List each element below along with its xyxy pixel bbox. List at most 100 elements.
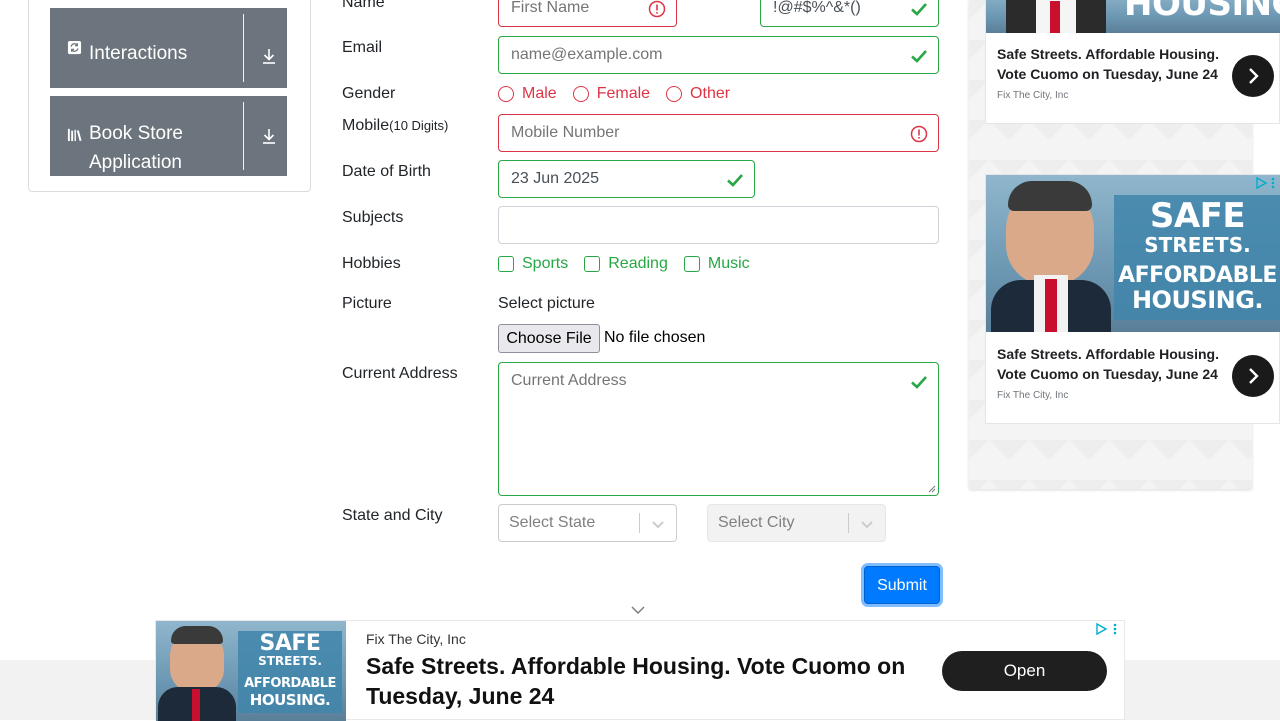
sidebar-group-interactions[interactable]: Interactions	[50, 8, 287, 88]
chevron-down-icon[interactable]	[630, 604, 646, 616]
chevron-right-icon	[1249, 68, 1259, 84]
dob-label: Date of Birth	[342, 163, 431, 180]
check-icon	[727, 174, 743, 187]
gender-label: Gender	[342, 85, 396, 102]
divider	[243, 102, 244, 170]
mobile-placeholder: Mobile Number	[511, 124, 620, 141]
state-select[interactable]: Select State	[498, 504, 677, 542]
radio-circle[interactable]	[666, 86, 683, 102]
divider	[243, 14, 244, 82]
current-address-textarea[interactable]: Current Address	[498, 362, 939, 496]
current-address-placeholder: Current Address	[511, 372, 627, 389]
open-button[interactable]: Open	[942, 651, 1107, 691]
picture-label: Picture	[342, 295, 392, 312]
checkbox-box[interactable]	[584, 256, 601, 272]
submit-button[interactable]: Submit	[864, 566, 940, 604]
radio-label[interactable]: Male	[522, 85, 557, 103]
radio-label[interactable]: Female	[597, 85, 650, 103]
email-placeholder: name@example.com	[511, 46, 663, 63]
radio-circle[interactable]	[498, 86, 514, 102]
select-divider	[639, 513, 640, 533]
checkbox-label[interactable]: Reading	[608, 255, 668, 273]
refresh-icon	[67, 40, 82, 55]
sidebar-group-label: Book Store Application	[89, 123, 183, 173]
ad-advertiser[interactable]: Fix The City, Inc	[997, 90, 1068, 101]
subjects-input[interactable]	[498, 206, 939, 244]
books-icon	[67, 128, 82, 142]
resize-grip-icon[interactable]	[928, 485, 936, 493]
bottom-ad-headline[interactable]: Safe Streets. Affordable Housing. Vote C…	[366, 651, 906, 711]
hobby-reading-checkbox[interactable]: Reading	[584, 255, 668, 273]
last-name-input[interactable]: !@#$%^&*()	[760, 0, 939, 27]
ad-next-button[interactable]	[1232, 355, 1274, 397]
mobile-input[interactable]: Mobile Number	[498, 114, 939, 152]
ad-image-text: AFFORDABLE	[244, 676, 336, 691]
adchoices-icon[interactable]	[1094, 622, 1108, 636]
city-placeholder: Select City	[718, 514, 795, 531]
select-picture-label: Select picture	[498, 295, 595, 312]
first-name-placeholder: First Name	[511, 0, 590, 16]
hobby-music-checkbox[interactable]: Music	[683, 255, 750, 273]
candidate-hair	[171, 626, 223, 644]
ad-advertiser[interactable]: Fix The City, Inc	[997, 390, 1068, 401]
gender-female-radio[interactable]: Female	[572, 85, 650, 103]
candidate-tie	[1045, 279, 1057, 332]
chevron-down-icon[interactable]	[859, 516, 875, 532]
ad-card-1[interactable]: HOUSING. Safe Streets. Affordable Housin…	[985, 0, 1280, 124]
bottom-ad-advertiser[interactable]: Fix The City, Inc	[366, 631, 466, 647]
name-label: Name	[342, 0, 385, 11]
more-options-icon[interactable]	[1270, 176, 1276, 190]
sidebar-group-book-store[interactable]: Book Store Application	[50, 96, 287, 176]
adchoices-icon[interactable]	[1254, 176, 1268, 190]
checkbox-label[interactable]: Sports	[522, 255, 568, 273]
hobbies-label: Hobbies	[342, 255, 401, 272]
current-address-label: Current Address	[342, 365, 458, 382]
bottom-ad-image[interactable]: SAFE STREETS. AFFORDABLE HOUSING.	[156, 621, 346, 721]
check-icon	[911, 376, 927, 389]
radio-label[interactable]: Other	[690, 85, 730, 103]
bottom-ad-banner[interactable]: SAFE STREETS. AFFORDABLE HOUSING. Fix Th…	[155, 620, 1125, 721]
email-input[interactable]: name@example.com	[498, 36, 939, 74]
ad-headline[interactable]: Safe Streets. Affordable Housing. Vote C…	[997, 344, 1222, 384]
ad-image-text: STREETS.	[258, 654, 322, 668]
ad-next-button[interactable]	[1232, 55, 1274, 97]
gender-male-radio[interactable]: Male	[498, 85, 557, 103]
ad-card-2[interactable]: SAFE STREETS. AFFORDABLE HOUSING. Safe S…	[985, 174, 1280, 424]
dob-input[interactable]: 23 Jun 2025	[498, 160, 755, 198]
hobby-sports-checkbox[interactable]: Sports	[498, 255, 568, 273]
state-placeholder: Select State	[509, 514, 596, 531]
candidate-tie	[1050, 1, 1060, 33]
download-icon	[263, 129, 275, 144]
more-options-icon[interactable]	[1112, 622, 1118, 636]
chevron-right-icon	[1249, 368, 1259, 384]
mobile-hint: (10 Digits)	[389, 118, 449, 133]
ad-image[interactable]: SAFE STREETS. AFFORDABLE HOUSING.	[986, 175, 1280, 332]
sidebar-group-label: Interactions	[89, 43, 188, 64]
email-label: Email	[342, 39, 383, 56]
ad-image-text: SAFE	[1149, 196, 1246, 236]
dob-value: 23 Jun 2025	[511, 170, 600, 187]
check-icon	[911, 3, 927, 16]
gender-other-radio[interactable]: Other	[666, 85, 730, 103]
checkbox-box[interactable]	[683, 256, 700, 272]
download-icon	[263, 49, 275, 64]
hobbies-checkbox-group: Sports Reading Music	[498, 255, 766, 273]
ad-image-text: HOUSING.	[1124, 0, 1280, 24]
first-name-input[interactable]: First Name	[498, 0, 677, 27]
choose-file-button[interactable]: Choose File	[498, 324, 600, 353]
ad-image-text: HOUSING.	[1131, 286, 1264, 314]
ad-image-text: HOUSING.	[249, 691, 331, 709]
city-select[interactable]: Select City	[707, 504, 886, 542]
state-city-label: State and City	[342, 507, 443, 524]
ad-image[interactable]: HOUSING.	[986, 0, 1280, 33]
radio-circle[interactable]	[572, 86, 589, 102]
error-icon	[648, 0, 666, 18]
ad-headline[interactable]: Safe Streets. Affordable Housing. Vote C…	[997, 44, 1222, 84]
checkbox-label[interactable]: Music	[708, 255, 750, 273]
mobile-label: Mobile(10 Digits)	[342, 117, 448, 135]
last-name-value: !@#$%^&*()	[773, 0, 861, 16]
chevron-down-icon[interactable]	[650, 516, 666, 532]
mobile-label-text: Mobile	[342, 117, 390, 134]
checkbox-box[interactable]	[498, 256, 514, 272]
subjects-label: Subjects	[342, 209, 404, 226]
